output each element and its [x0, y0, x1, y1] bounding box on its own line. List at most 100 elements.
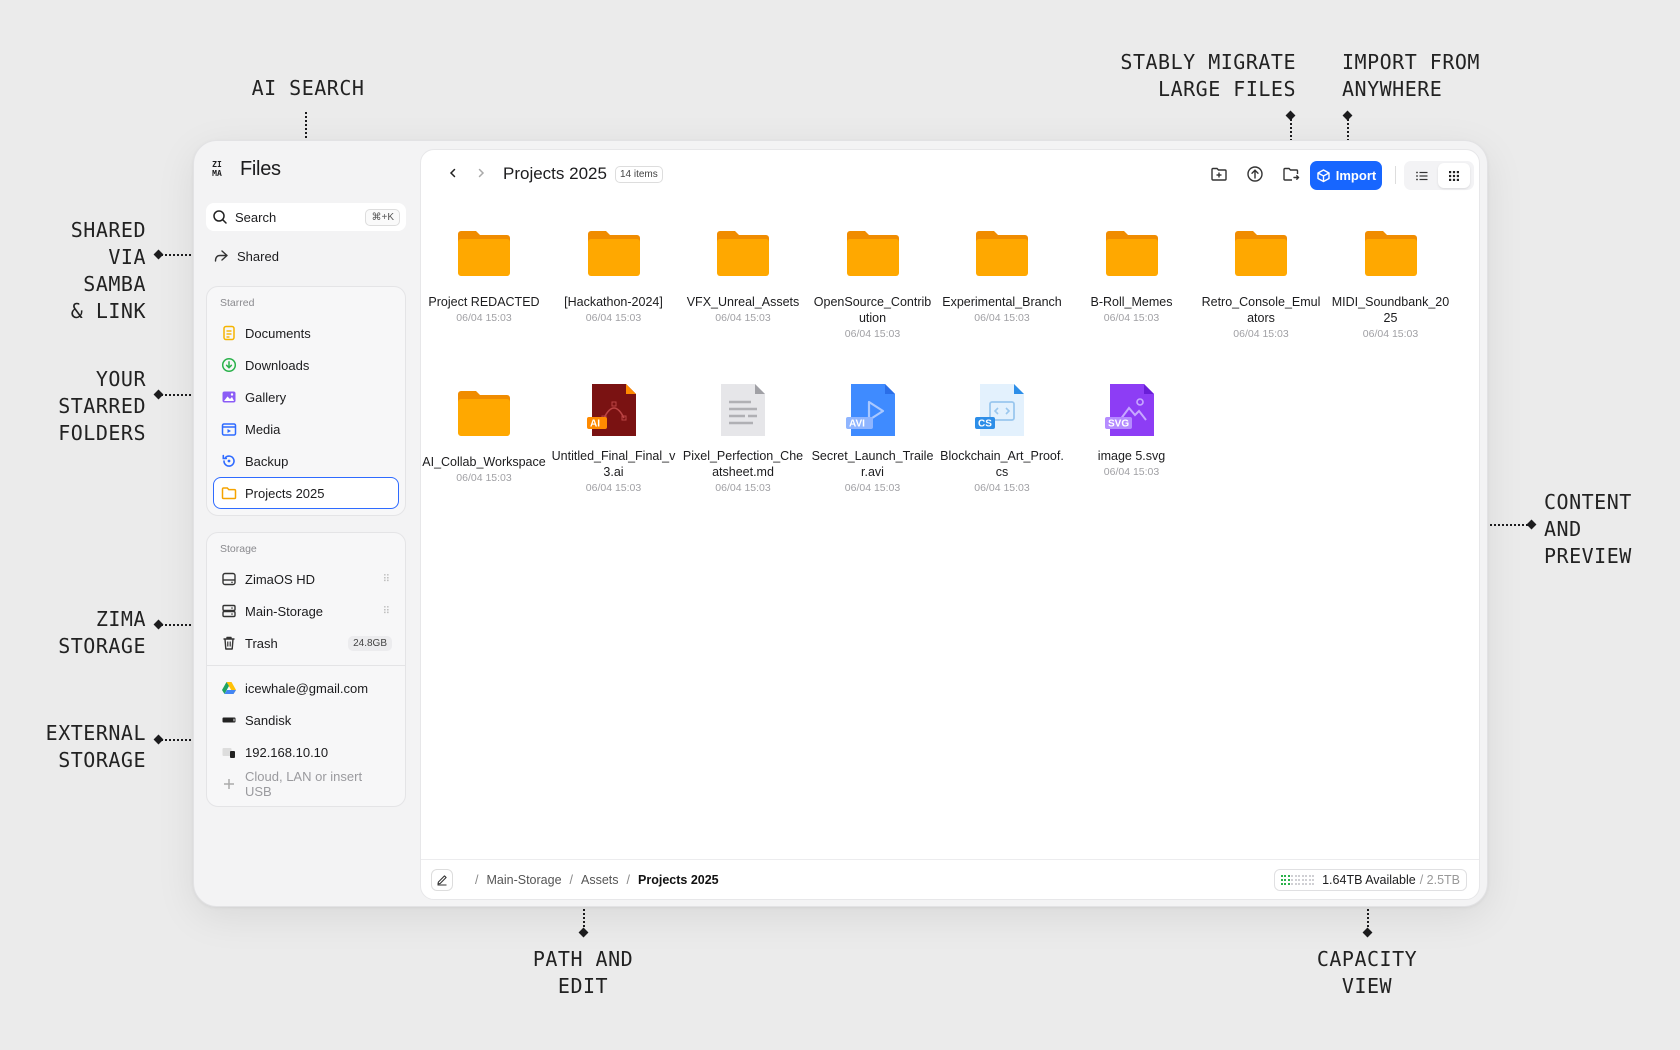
drag-handle-icon[interactable]: ⠿ — [383, 574, 390, 585]
leader-dot — [1362, 927, 1373, 938]
leader-dot — [153, 249, 164, 260]
pencil-icon — [437, 874, 447, 885]
usb-drive-icon — [221, 712, 237, 728]
new-folder-button[interactable] — [1209, 164, 1229, 184]
capacity-dot — [1305, 879, 1308, 881]
folder-icon — [456, 388, 512, 438]
storage-panel: Storage ZimaOS HD ⠿ Main-Storage ⠿ Trash… — [206, 532, 406, 807]
capacity-indicator[interactable]: 1.64TB Available / 2.5TB — [1273, 869, 1467, 891]
callout-line: FOLDERS — [58, 421, 146, 445]
leader-dot — [153, 734, 164, 745]
folder-item[interactable]: Project REDACTED 06/04 15:03 — [422, 228, 546, 324]
callout-line: & LINK — [70, 299, 146, 323]
upload-button[interactable] — [1245, 164, 1265, 184]
sidebar-item-label: Shared — [237, 248, 279, 264]
capacity-dot — [1312, 879, 1315, 881]
files-window: ZI MA Files Search ⌘+K Shared Starred Do… — [193, 140, 1488, 907]
file-name: OpenSource_Contribution — [813, 295, 932, 325]
file-date: 06/04 15:03 — [1103, 312, 1160, 324]
file-item[interactable]: AVI Secret_Launch_Trailer.avi 06/04 15:03 — [811, 384, 935, 494]
folder-item[interactable]: VFX_Unreal_Assets 06/04 15:03 — [681, 228, 805, 324]
breadcrumb-item[interactable]: Main-Storage — [486, 873, 561, 887]
svg-text:SVG: SVG — [1108, 419, 1129, 430]
folder-icon — [221, 485, 237, 501]
sidebar-item-zimaos-hd[interactable]: ZimaOS HD ⠿ — [213, 563, 399, 595]
file-name: Secret_Launch_Trailer.avi — [811, 449, 934, 479]
folder-item[interactable]: Retro_Console_Emulators 06/04 15:03 — [1199, 228, 1323, 340]
file-name: MIDI_Soundbank_2025 — [1331, 295, 1450, 325]
capacity-dot — [1298, 875, 1301, 877]
folder-item[interactable]: MIDI_Soundbank_2025 06/04 15:03 — [1329, 228, 1453, 340]
sidebar-item-gallery[interactable]: Gallery — [213, 381, 399, 413]
toolbar-divider — [1395, 166, 1396, 184]
folder-icon — [845, 228, 901, 278]
folder-item[interactable]: AI_Collab_Workspace 06/04 15:03 — [422, 388, 546, 484]
svg-text:CS: CS — [978, 419, 992, 430]
sidebar-item-network[interactable]: 192.168.10.10 — [213, 736, 399, 768]
grid-view-button[interactable] — [1438, 163, 1470, 188]
import-label: Import — [1335, 168, 1377, 183]
file-item[interactable]: SVG image 5.svg 06/04 15:03 — [1070, 384, 1194, 478]
callout-line: IMPORT FROM — [1342, 50, 1480, 74]
folder-item[interactable]: OpenSource_Contribution 06/04 15:03 — [811, 228, 935, 340]
file-name: image 5.svg — [1097, 449, 1166, 463]
callout-zima-storage: ZIMA STORAGE — [30, 606, 146, 660]
leader-dot — [1526, 519, 1537, 530]
file-name: [Hackathon-2024] — [564, 295, 663, 309]
folder-item[interactable]: B-Roll_Memes 06/04 15:03 — [1070, 228, 1194, 324]
callout-ai-search: AI SEARCH — [238, 75, 378, 102]
sidebar-item-label: Sandisk — [245, 712, 292, 728]
list-icon — [1416, 171, 1428, 180]
capacity-dot — [1298, 883, 1301, 885]
sidebar-item-label: Downloads — [245, 357, 310, 373]
leader-dot — [153, 389, 164, 400]
capacity-available: 1.64TB Available — [1322, 873, 1416, 887]
folder-item[interactable]: Experimental_Branch 06/04 15:03 — [940, 228, 1064, 324]
capacity-dot — [1301, 883, 1304, 885]
plus-icon — [221, 776, 237, 792]
sidebar-item-trash[interactable]: Trash 24.8GB — [213, 627, 399, 659]
forward-button[interactable] — [467, 166, 495, 183]
file-item[interactable]: CS Blockchain_Art_Proof.cs 06/04 15:03 — [940, 384, 1064, 494]
drag-handle-icon[interactable]: ⠿ — [383, 606, 390, 617]
panel-title: Starred — [220, 297, 255, 309]
list-view-button[interactable] — [1406, 163, 1438, 188]
capacity-dot — [1308, 875, 1311, 877]
capacity-dot — [1280, 883, 1283, 885]
migrate-button[interactable] — [1281, 164, 1301, 184]
sidebar-item-backup[interactable]: Backup — [213, 445, 399, 477]
sidebar-item-documents[interactable]: Documents — [213, 317, 399, 349]
file-date: 06/04 15:03 — [974, 312, 1030, 324]
sidebar-item-media[interactable]: Media — [213, 413, 399, 445]
ai-file-icon: AI — [586, 382, 642, 438]
breadcrumb: / Main-Storage / Assets / Projects 2025 — [467, 873, 719, 887]
file-item[interactable]: AI Untitled_Final_Final_v3.ai 06/04 15:03 — [552, 384, 676, 494]
item-count-badge: 14 items — [614, 165, 663, 183]
edit-path-button[interactable] — [431, 868, 453, 891]
callout-line: STORAGE — [58, 748, 146, 772]
breadcrumb-item[interactable]: Assets — [581, 873, 619, 887]
add-storage-button[interactable]: Cloud, LAN or insert USB — [213, 768, 399, 800]
callout-line: CONTENT — [1544, 490, 1632, 514]
sidebar-item-main-storage[interactable]: Main-Storage ⠿ — [213, 595, 399, 627]
capacity-dot — [1294, 883, 1297, 885]
callout-starred: YOUR STARRED FOLDERS — [30, 366, 146, 447]
folder-item[interactable]: [Hackathon-2024] 06/04 15:03 — [552, 228, 676, 324]
search-input[interactable]: Search ⌘+K — [206, 203, 406, 231]
capacity-total: / 2.5TB — [1419, 873, 1460, 887]
sidebar-item-shared[interactable]: Shared — [206, 242, 406, 270]
sidebar-item-sandisk[interactable]: Sandisk — [213, 704, 399, 736]
callout-migrate: STABLY MIGRATE LARGE FILES — [1096, 49, 1296, 103]
back-button[interactable] — [439, 166, 467, 183]
capacity-dot — [1301, 879, 1304, 881]
sidebar-item-label: Main-Storage — [245, 603, 324, 619]
capacity-dot — [1305, 875, 1308, 877]
sidebar-item-projects-2025[interactable]: Projects 2025 — [213, 477, 399, 509]
file-name: B-Roll_Memes — [1090, 295, 1173, 309]
sidebar-item-google-drive[interactable]: icewhale@gmail.com — [213, 672, 399, 704]
capacity-meter — [1280, 875, 1315, 885]
import-button[interactable]: Import — [1310, 161, 1382, 190]
file-item[interactable]: Pixel_Perfection_Cheatsheet.md 06/04 15:0… — [681, 384, 805, 494]
chevron-right-icon — [478, 168, 485, 177]
sidebar-item-downloads[interactable]: Downloads — [213, 349, 399, 381]
